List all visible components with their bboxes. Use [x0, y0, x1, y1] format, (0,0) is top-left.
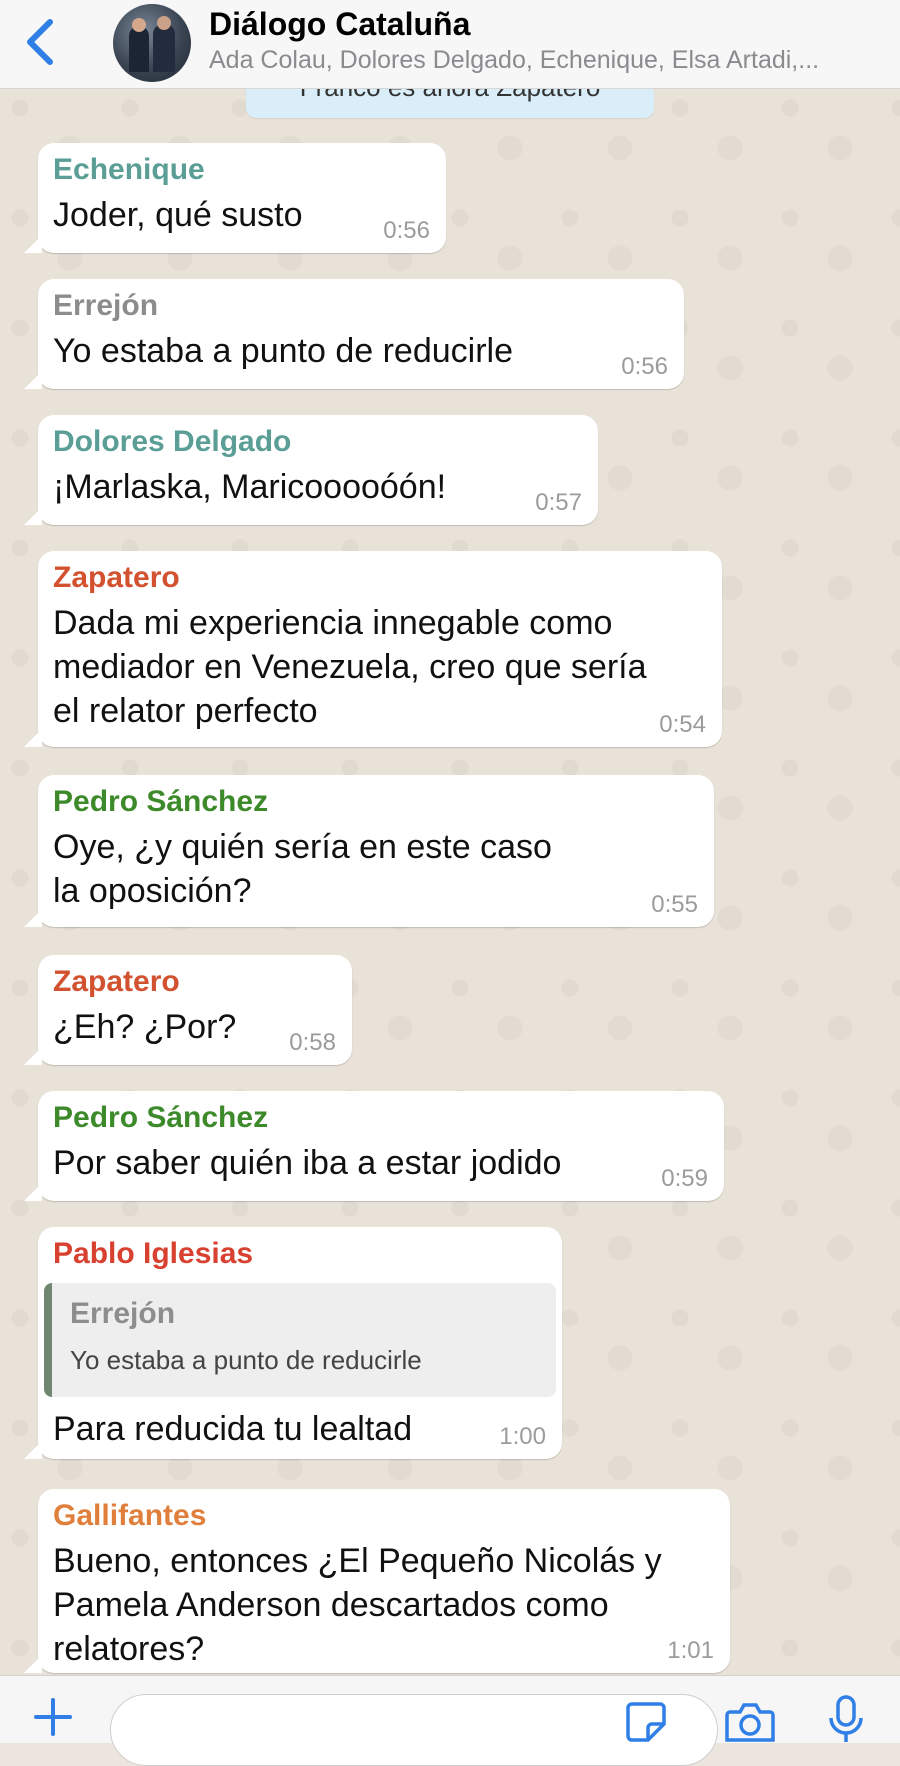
message-sender: Pedro Sánchez — [53, 785, 269, 818]
microphone-icon — [829, 1695, 863, 1742]
message-time: 0:57 — [535, 489, 582, 516]
group-avatar[interactable] — [113, 4, 191, 82]
back-icon — [27, 19, 53, 65]
plus-icon — [34, 1698, 72, 1736]
message-text: Por saber quién iba a estar jodido — [53, 1144, 562, 1182]
message-bubble[interactable]: Zapatero Dada mi experiencia innegable c… — [24, 551, 722, 747]
message-input-bar — [0, 1675, 900, 1766]
message-text: Para reducida tu lealtad — [53, 1410, 413, 1448]
message-time: 0:56 — [383, 217, 430, 244]
message-bubble[interactable]: Pablo Iglesias Errejón Yo estaba a punto… — [24, 1227, 562, 1459]
message-text: ¡Marlaska, Maricooooóón! — [53, 468, 447, 506]
chat-participants[interactable]: Ada Colau, Dolores Delgado, Echenique, E… — [209, 46, 885, 75]
message-text: Oye, ¿y quién sería en este caso la opos… — [53, 828, 552, 910]
message-sender: Zapatero — [53, 965, 180, 998]
message-bubble[interactable]: Pedro Sánchez Oye, ¿y quién sería en est… — [24, 775, 714, 927]
message-bubble[interactable]: Echenique Joder, qué susto 0:56 — [24, 143, 446, 253]
message-text: Bueno, entonces ¿El Pequeño Nicolás y Pa… — [53, 1542, 662, 1668]
quoted-text: Yo estaba a punto de reducirle — [70, 1345, 422, 1375]
message-time: 0:58 — [289, 1029, 336, 1056]
message-time: 0:59 — [661, 1165, 708, 1192]
back-button[interactable] — [22, 16, 62, 68]
quoted-sender: Errejón — [70, 1297, 176, 1330]
message-time: 1:01 — [667, 1637, 714, 1664]
sticker-button[interactable] — [624, 1700, 668, 1744]
chat-title[interactable]: Diálogo Cataluña — [209, 6, 470, 43]
message-bubble[interactable]: Dolores Delgado ¡Marlaska, Maricooooóón!… — [24, 415, 598, 525]
message-text: Joder, qué susto — [53, 196, 303, 234]
message-sender: Gallifantes — [53, 1499, 207, 1532]
message-time: 1:00 — [499, 1423, 546, 1450]
message-bubble[interactable]: Gallifantes Bueno, entonces ¿El Pequeño … — [24, 1489, 730, 1673]
chat-header: Diálogo Cataluña Ada Colau, Dolores Delg… — [0, 0, 900, 89]
message-text: ¿Eh? ¿Por? — [53, 1008, 237, 1046]
message-text: Yo estaba a punto de reducirle — [53, 332, 513, 370]
attach-button[interactable] — [30, 1694, 76, 1740]
message-sender: Pedro Sánchez — [53, 1101, 269, 1134]
message-sender: Echenique — [53, 153, 205, 186]
message-text: Dada mi experiencia innegable como media… — [53, 604, 647, 730]
message-time: 0:55 — [651, 891, 698, 918]
camera-icon — [725, 1703, 775, 1742]
message-sender: Zapatero — [53, 561, 180, 594]
message-time: 0:56 — [621, 353, 668, 380]
message-bubble[interactable]: Pedro Sánchez Por saber quién iba a esta… — [24, 1091, 724, 1201]
camera-button[interactable] — [724, 1700, 776, 1744]
voice-button[interactable] — [826, 1694, 866, 1744]
message-sender: Errejón — [53, 289, 159, 322]
message-sender: Pablo Iglesias — [53, 1237, 254, 1270]
message-bubble[interactable]: Errejón Yo estaba a punto de reducirle 0… — [24, 279, 684, 389]
quoted-reply[interactable]: Errejón Yo estaba a punto de reducirle — [44, 1283, 556, 1397]
message-sender: Dolores Delgado — [53, 425, 292, 458]
message-bubble[interactable]: Zapatero ¿Eh? ¿Por? 0:58 — [24, 955, 352, 1065]
sticker-icon — [626, 1702, 666, 1742]
message-time: 0:54 — [659, 711, 706, 738]
